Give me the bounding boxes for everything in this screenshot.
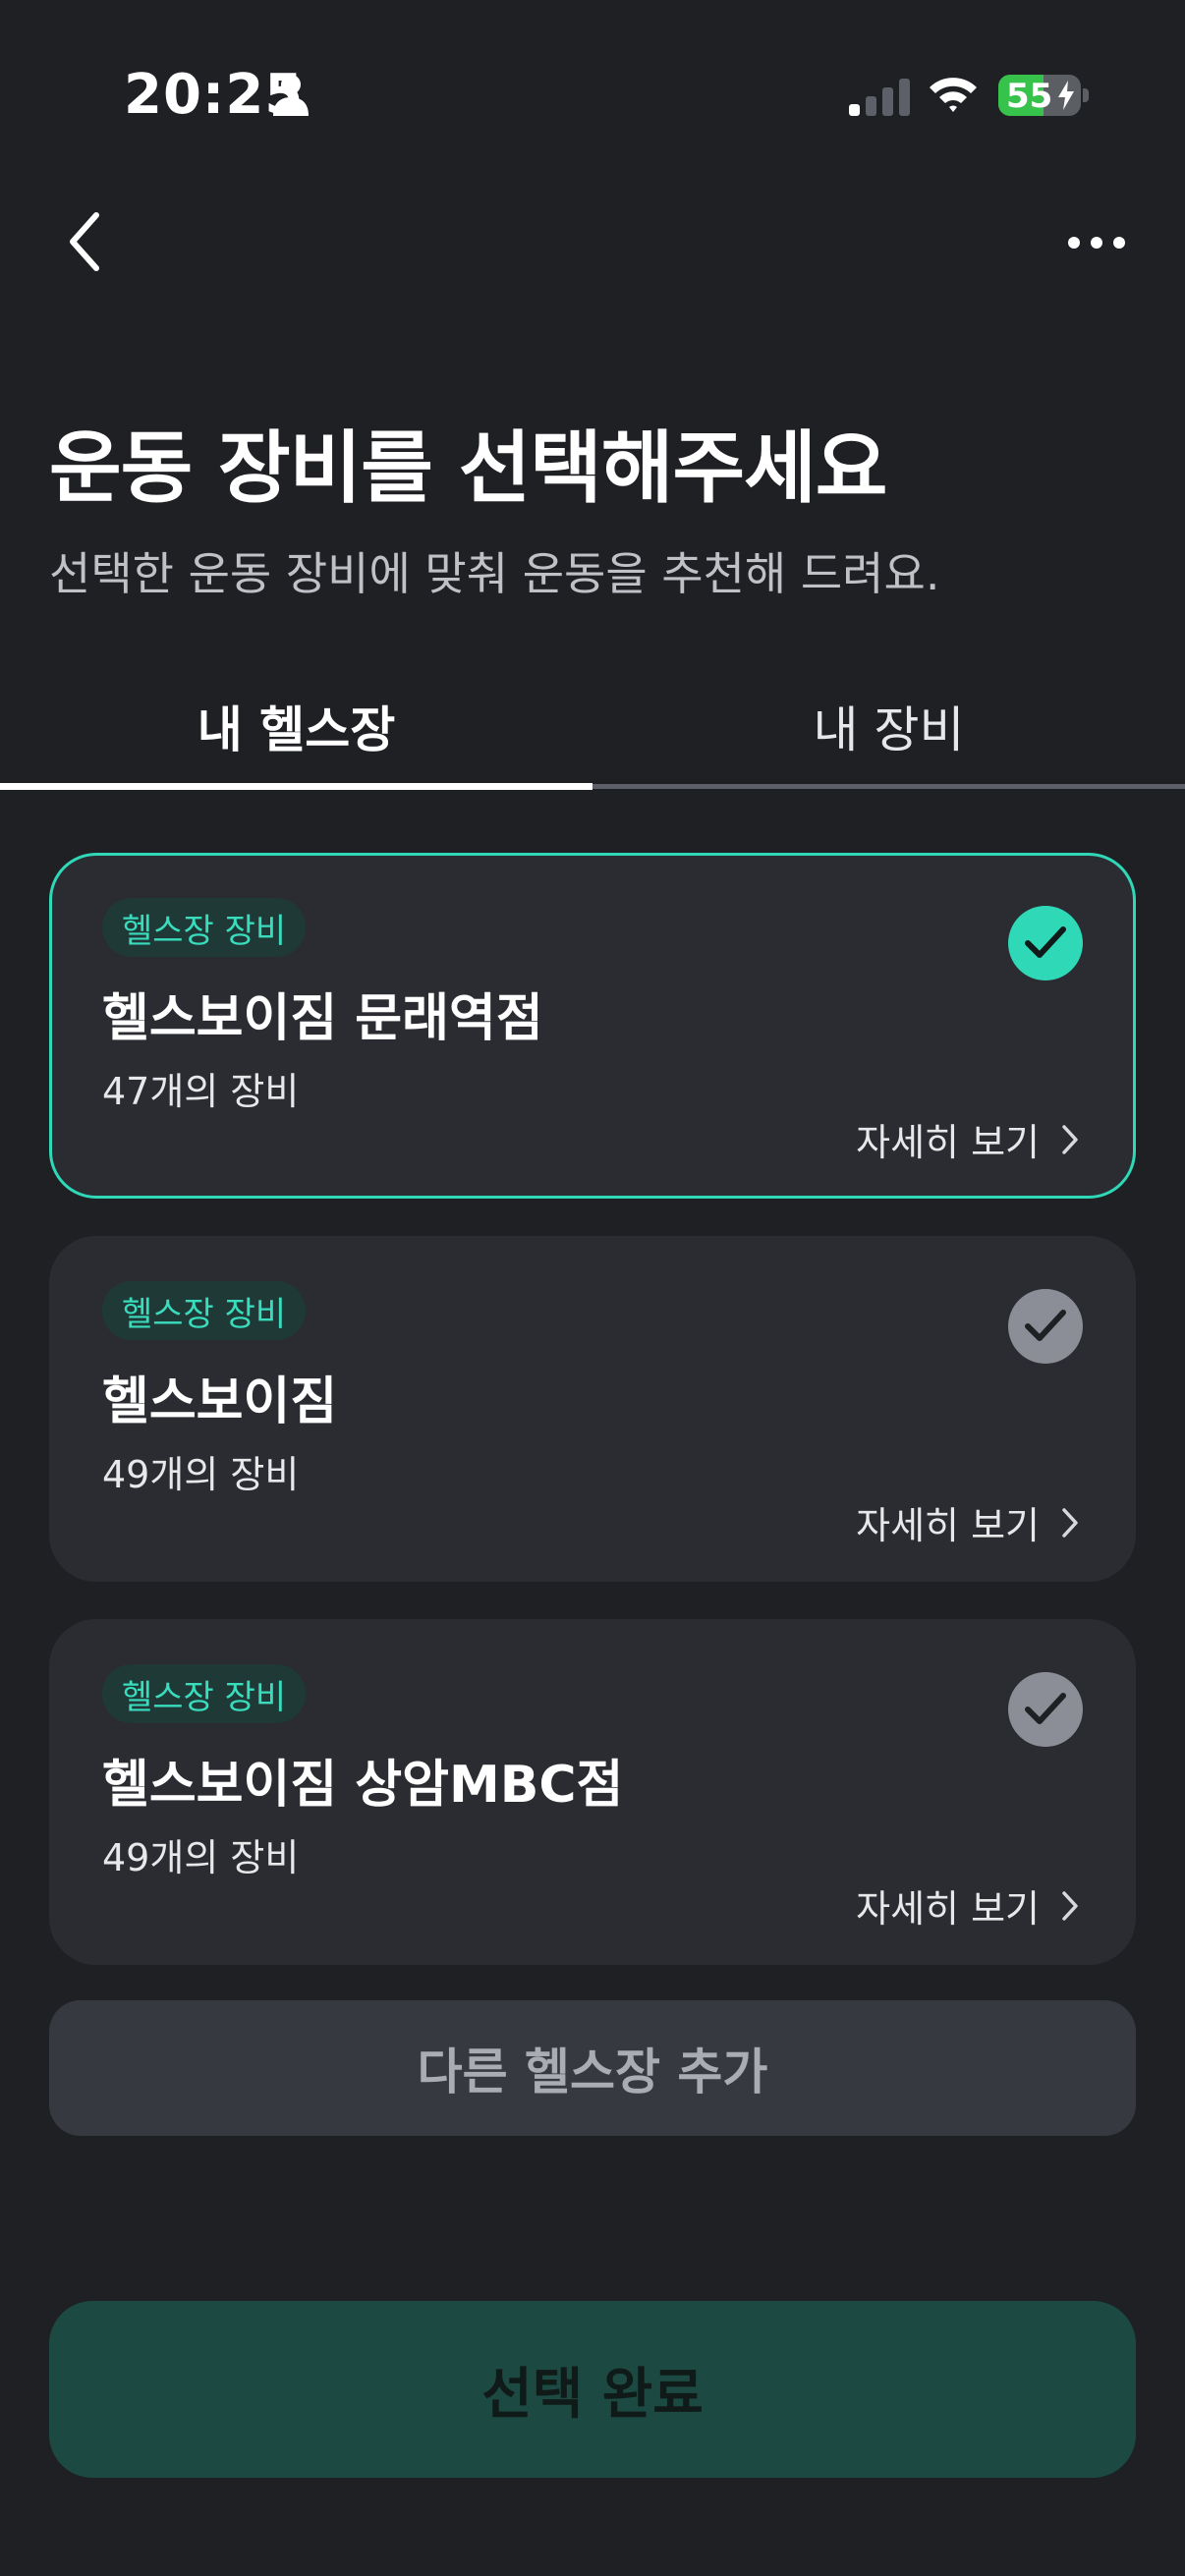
status-bar: 20:25 55 bbox=[0, 0, 1185, 196]
person-icon bbox=[273, 75, 309, 116]
add-gym-button[interactable]: 다른 헬스장 추가 bbox=[49, 2000, 1136, 2136]
back-button[interactable] bbox=[55, 206, 114, 277]
tab-active-indicator bbox=[0, 783, 592, 790]
check-circle-icon[interactable] bbox=[1008, 1672, 1083, 1747]
view-details-label: 자세히 보기 bbox=[856, 1887, 1040, 1931]
equipment-count: 47개의 장비 bbox=[102, 1070, 300, 1113]
gym-name: 헬스보이짐 상암MBC점 bbox=[102, 1756, 624, 1815]
cellular-signal-icon bbox=[849, 79, 910, 116]
check-circle-icon[interactable] bbox=[1008, 1289, 1083, 1364]
battery-cap bbox=[1083, 88, 1089, 102]
view-details-label: 자세히 보기 bbox=[856, 1121, 1040, 1164]
view-details-link[interactable]: 자세히 보기 bbox=[856, 1495, 1079, 1549]
checkmark-icon bbox=[1025, 1693, 1066, 1724]
gym-equipment-badge: 헬스장 장비 bbox=[102, 1281, 307, 1340]
equipment-count: 49개의 장비 bbox=[102, 1836, 300, 1879]
gym-name: 헬스보이짐 bbox=[102, 1372, 338, 1431]
view-details-label: 자세히 보기 bbox=[856, 1504, 1040, 1547]
more-button[interactable] bbox=[1061, 218, 1132, 267]
charging-bolt-icon bbox=[1058, 81, 1074, 110]
equipment-count: 49개의 장비 bbox=[102, 1453, 300, 1496]
battery-indicator: 55 bbox=[998, 75, 1081, 116]
view-details-link[interactable]: 자세히 보기 bbox=[856, 1878, 1079, 1932]
more-horizontal-icon bbox=[1068, 237, 1125, 249]
chevron-right-icon bbox=[1062, 1890, 1078, 1921]
chevron-right-icon bbox=[1062, 1507, 1078, 1538]
checkmark-icon bbox=[1025, 1310, 1066, 1341]
page-title: 운동 장비를 선택해주세요 bbox=[49, 422, 887, 514]
gym-name: 헬스보이짐 문래역점 bbox=[102, 989, 543, 1048]
checkmark-icon bbox=[1025, 926, 1066, 958]
gym-card[interactable]: 헬스장 장비 헬스보이짐 49개의 장비 자세히 보기 bbox=[49, 1236, 1136, 1582]
gym-equipment-badge: 헬스장 장비 bbox=[102, 898, 307, 957]
chevron-left-icon bbox=[70, 212, 99, 271]
chevron-right-icon bbox=[1062, 1124, 1078, 1154]
check-circle-icon[interactable] bbox=[1008, 906, 1083, 980]
wifi-icon bbox=[930, 78, 977, 112]
confirm-selection-button[interactable]: 선택 완료 bbox=[49, 2301, 1136, 2478]
tab-my-equipment[interactable]: 내 장비 bbox=[592, 668, 1185, 784]
battery-percent: 55 bbox=[1006, 77, 1053, 116]
page-subtitle: 선택한 운동 장비에 맞춰 운동을 추천해 드려요. bbox=[49, 547, 940, 600]
tab-my-gym[interactable]: 내 헬스장 bbox=[0, 668, 592, 784]
gym-card[interactable]: 헬스장 장비 헬스보이짐 문래역점 47개의 장비 자세히 보기 bbox=[49, 853, 1136, 1199]
tab-bar: 내 헬스장 내 장비 bbox=[0, 668, 1185, 790]
gym-card[interactable]: 헬스장 장비 헬스보이짐 상암MBC점 49개의 장비 자세히 보기 bbox=[49, 1619, 1136, 1965]
gym-equipment-badge: 헬스장 장비 bbox=[102, 1664, 307, 1723]
view-details-link[interactable]: 자세히 보기 bbox=[856, 1112, 1079, 1166]
